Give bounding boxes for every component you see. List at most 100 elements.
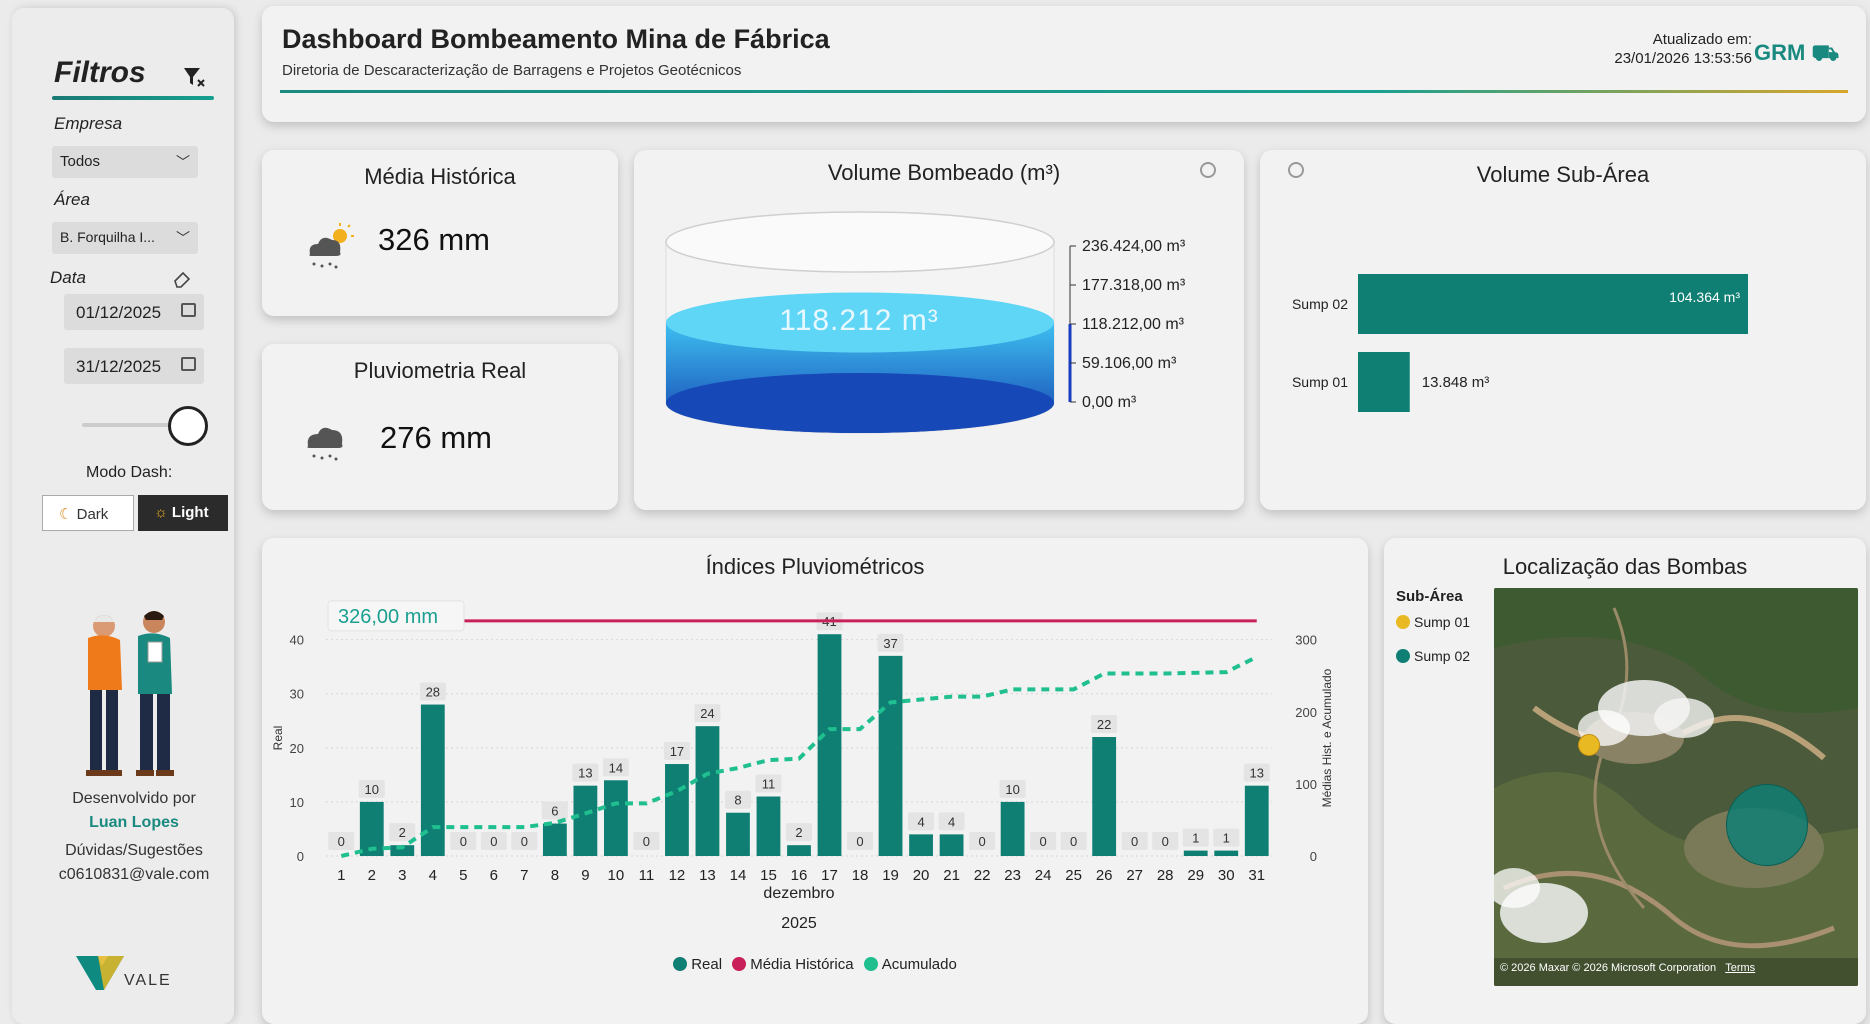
x-tick-label: 25 [1065, 867, 1082, 884]
subarea-data-label: 104.364 m³ [1669, 289, 1740, 305]
subarea-category-label: Sump 01 [1292, 374, 1348, 390]
bar-real [787, 845, 811, 856]
scale-label: 177.318,00 m³ [1082, 277, 1186, 294]
bar-data-label: 1 [1192, 831, 1199, 846]
scale-label: 0,00 m³ [1082, 394, 1137, 411]
area-select[interactable]: B. Forquilha I... ﹀ [52, 222, 198, 254]
subarea-bar [1358, 352, 1410, 412]
y2-tick-label: 100 [1295, 777, 1317, 792]
sump02-marker[interactable] [1726, 784, 1808, 866]
x-tick-label: 28 [1157, 867, 1174, 884]
clear-filter-icon[interactable] [182, 66, 206, 88]
contact-email[interactable]: c0610831@vale.com [34, 866, 234, 884]
legend-real-label[interactable]: Real [691, 956, 722, 973]
x-tick-label: 14 [730, 867, 747, 884]
empresa-select[interactable]: Todos ﹀ [52, 146, 198, 178]
pluviometric-chart-card: Índices Pluviométricos 0 10 20 30 40 0 100 200 3… [262, 538, 1368, 1024]
sump02-dot [1396, 649, 1410, 663]
x-axis-year: 2025 [781, 915, 817, 932]
legend-acumulado-label[interactable]: Acumulado [882, 956, 957, 973]
subarea-bar-chart: Sump 02 104.364 m³ Sump 01 13.848 m³ [1292, 274, 1748, 412]
bar-real [695, 726, 720, 856]
bar-real [939, 834, 964, 856]
pluviometric-chart: 0102030400100200300Real Médias Hist. e Ac… [271, 600, 1334, 932]
y2-tick-label: 0 [1310, 849, 1317, 864]
x-tick-label: 11 [639, 867, 655, 884]
sump01-marker[interactable] [1578, 734, 1600, 756]
legend-media-label[interactable]: Média Histórica [750, 956, 853, 973]
map-attribution: © 2026 Maxar © 2026 Microsoft Corporatio… [1500, 962, 1755, 974]
empresa-label: Empresa [54, 114, 123, 133]
x-tick-label: 4 [429, 867, 437, 884]
volume-subarea-card: Volume Sub-Área Sump 02 104.364 m³ Sump 01… [1260, 150, 1866, 510]
vale-logo-icon [76, 956, 124, 990]
bar-data-label: 14 [609, 760, 623, 775]
pluviometria-card: Pluviometria Real 276 mm [262, 344, 618, 510]
bar-data-label: 1 [1223, 831, 1230, 846]
chevron-down-icon: ﹀ [176, 230, 190, 246]
bar-real [909, 834, 933, 856]
y-tick-label: 0 [297, 849, 304, 864]
sump01-dot [1396, 615, 1410, 629]
bar-real [1244, 785, 1269, 856]
terms-link[interactable]: Terms [1725, 962, 1755, 974]
map-legend-title: Sub-Área [1396, 588, 1463, 605]
page-title: Dashboard Bombeamento Mina de Fábrica [282, 24, 830, 54]
x-tick-label: 17 [821, 867, 838, 884]
y2-axis-label: Médias Hist. e Acumulado [1320, 668, 1334, 807]
x-axis-month: dezembro [763, 885, 834, 902]
date-start-input[interactable]: 01/12/2025 [64, 294, 204, 330]
calendar-icon [181, 303, 196, 317]
x-tick-label: 30 [1218, 867, 1235, 884]
bar-data-label: 13 [578, 766, 592, 781]
bar-real [726, 812, 750, 856]
grm-logo-text: GRM [1754, 40, 1806, 65]
bar-data-label: 10 [1005, 782, 1019, 797]
x-tick-label: 2 [368, 867, 376, 884]
bar-data-label: 0 [490, 834, 497, 849]
date-start-value: 01/12/2025 [76, 303, 162, 322]
eraser-icon[interactable] [172, 270, 192, 288]
bar-data-label: 37 [883, 636, 897, 651]
y2-tick-label: 300 [1295, 633, 1317, 648]
bar-data-label: 0 [1131, 834, 1138, 849]
x-tick-label: 13 [699, 867, 716, 884]
light-mode-button[interactable]: ☼ Light [138, 495, 228, 531]
sump01-label: Sump 01 [1414, 614, 1471, 630]
map-legend-sump01[interactable]: Sump 01 [1396, 614, 1470, 630]
sun-icon: ☼ [154, 504, 168, 521]
x-tick-label: 26 [1096, 867, 1113, 884]
date-end-value: 31/12/2025 [76, 357, 162, 376]
subarea-data-label: 13.848 m³ [1422, 374, 1490, 391]
date-slider-handle[interactable] [168, 406, 208, 446]
bar-real [573, 785, 598, 856]
bar-real [817, 634, 842, 856]
scale-label: 59.106,00 m³ [1082, 355, 1177, 372]
bar-data-label: 0 [856, 834, 863, 849]
bar-data-label: 0 [338, 834, 345, 849]
developed-by-label: Desenvolvido por [72, 790, 196, 807]
y2-tick-label: 200 [1295, 705, 1317, 720]
bar-real [1183, 850, 1208, 856]
satellite-map[interactable]: © 2026 Maxar © 2026 Microsoft Corporatio… [1494, 588, 1858, 986]
y-axis-label: Real [271, 726, 285, 751]
scale-label: 118.212,00 m³ [1082, 316, 1185, 333]
x-tick-label: 3 [398, 867, 406, 884]
doubts-label: Dúvidas/Sugestões [65, 842, 203, 859]
map-legend-sump02[interactable]: Sump 02 [1396, 648, 1470, 664]
media-historica-title: Média Histórica [364, 164, 516, 189]
bar-data-label: 2 [399, 825, 406, 840]
bar-data-label: 28 [426, 685, 440, 700]
bar-data-label: 24 [700, 706, 714, 721]
bar-data-label: 0 [1162, 834, 1169, 849]
update-info: Atualizado em: 23/01/2026 13:53:56 [1572, 30, 1752, 68]
pluviometria-value: 276 mm [380, 420, 492, 455]
date-end-input[interactable]: 31/12/2025 [64, 348, 204, 384]
area-value: B. Forquilha I... [60, 229, 155, 245]
bar-real [1000, 801, 1025, 856]
subarea-category-label: Sump 02 [1292, 296, 1348, 312]
dark-mode-button[interactable]: ☾ Dark [42, 495, 134, 531]
bar-data-label: 0 [460, 834, 467, 849]
x-tick-label: 9 [581, 867, 589, 884]
x-tick-label: 12 [669, 867, 686, 884]
